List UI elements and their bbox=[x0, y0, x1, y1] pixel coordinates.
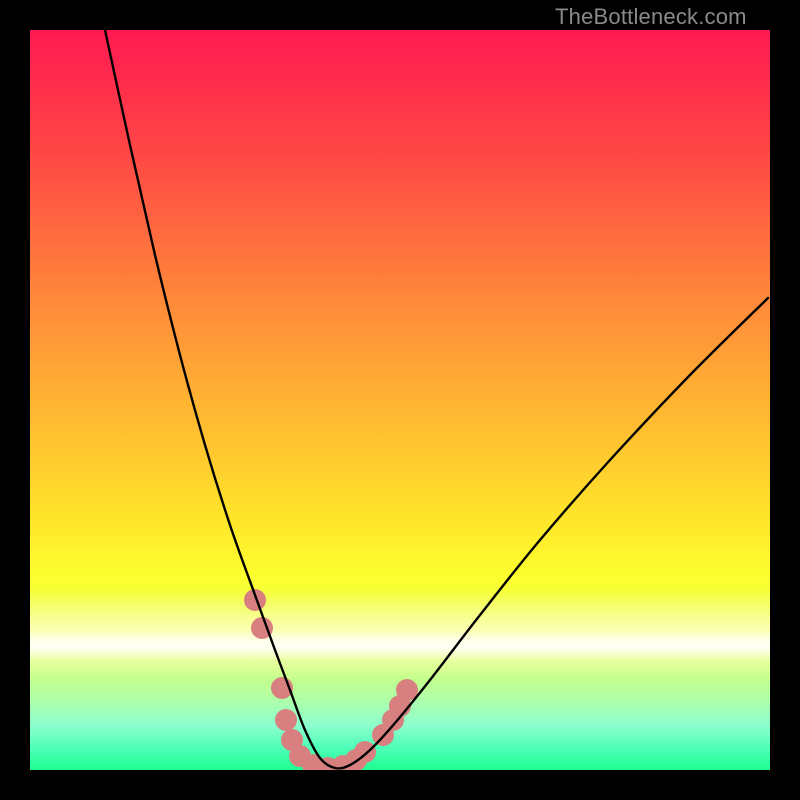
bottleneck-curve bbox=[105, 30, 768, 768]
highlight-markers bbox=[244, 589, 418, 770]
watermark-text: TheBottleneck.com bbox=[555, 4, 747, 30]
chart-frame: TheBottleneck.com bbox=[0, 0, 800, 800]
marker-dot bbox=[275, 709, 297, 731]
plot-area bbox=[30, 30, 770, 770]
curve-svg bbox=[30, 30, 770, 770]
